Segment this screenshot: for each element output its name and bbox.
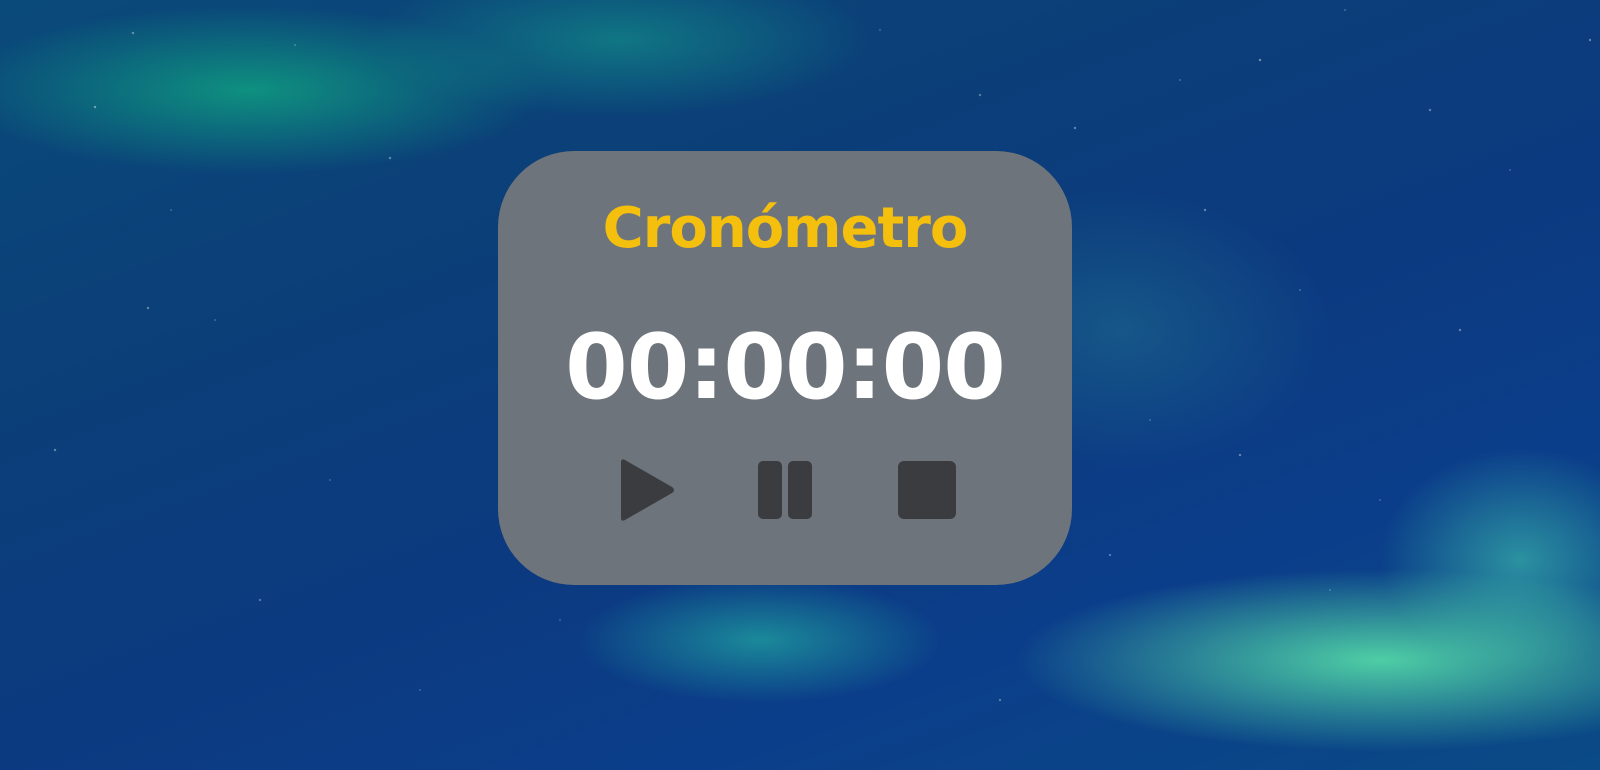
play-button[interactable] bbox=[608, 455, 678, 525]
pause-button[interactable] bbox=[750, 455, 820, 525]
stopwatch-title: Cronómetro bbox=[602, 196, 969, 261]
stop-button[interactable] bbox=[893, 455, 963, 525]
pause-icon bbox=[758, 461, 812, 519]
stop-icon bbox=[898, 461, 956, 519]
time-display: 00:00:00 bbox=[565, 315, 1006, 420]
stopwatch-panel: Cronómetro 00:00:00 bbox=[498, 151, 1072, 585]
control-bar bbox=[498, 455, 1072, 525]
play-icon bbox=[621, 459, 674, 521]
